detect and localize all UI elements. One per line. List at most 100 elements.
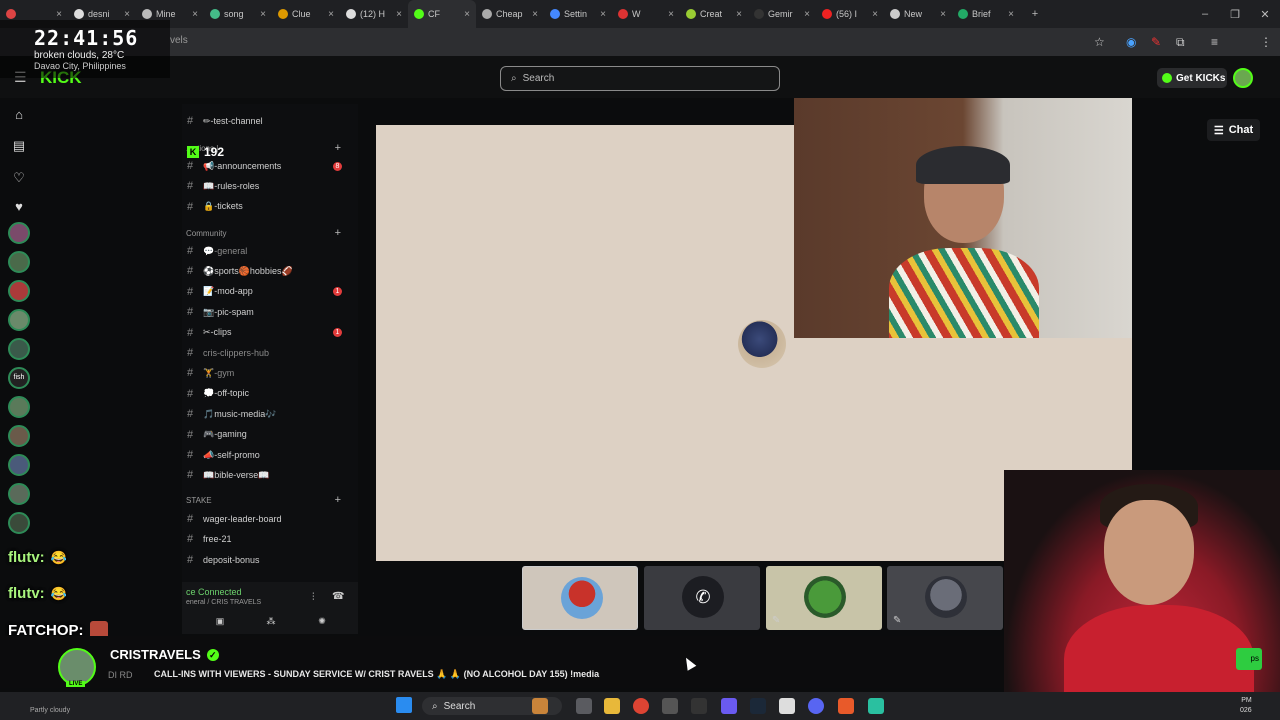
discord-icon[interactable] (808, 698, 824, 714)
channel-item[interactable]: # 🔒-tickets (187, 201, 352, 213)
file-explorer-icon[interactable] (604, 698, 620, 714)
close-window-icon[interactable]: ✕ (1250, 8, 1280, 21)
close-icon[interactable]: × (668, 9, 674, 20)
channel-item[interactable]: # 📣-self-promo (187, 449, 352, 461)
channel-item[interactable]: # deposit-bonus (187, 554, 352, 566)
following-heart-icon[interactable]: ♡ (11, 170, 27, 186)
windows-start-icon[interactable] (396, 697, 412, 713)
extensions-puzzle-icon[interactable]: ⧉ (1176, 35, 1185, 50)
add-channel-icon[interactable]: + (335, 494, 341, 506)
browser-tab[interactable]: Gemir × (748, 0, 816, 28)
browser-tab[interactable]: song × (204, 0, 272, 28)
channel-item[interactable]: # 📢-announcements 8 (187, 160, 352, 172)
search-input[interactable]: ⌕ Search (500, 66, 780, 91)
participant-thumbnail[interactable]: ✎ (766, 566, 882, 630)
app-icon[interactable] (779, 698, 795, 714)
close-icon[interactable]: × (736, 9, 742, 20)
channel-item[interactable]: # 📝-mod-app 1 (187, 286, 352, 298)
close-icon[interactable]: × (804, 9, 810, 20)
app-icon[interactable] (721, 698, 737, 714)
followed-channel-avatar[interactable] (8, 483, 30, 505)
browser-tab[interactable]: Settin × (544, 0, 612, 28)
app-icon[interactable] (868, 698, 884, 714)
browse-icon[interactable]: ▤ (11, 138, 27, 154)
taskbar-clock[interactable]: PM 026 (1240, 696, 1252, 716)
close-icon[interactable]: × (124, 9, 130, 20)
browser-tab[interactable]: (56) I × (816, 0, 884, 28)
close-icon[interactable]: × (396, 9, 402, 20)
channel-item[interactable]: # 🏋-gym (187, 367, 352, 379)
browser-tab[interactable]: Cheap × (476, 0, 544, 28)
voice-waveform-icon[interactable]: ⫶ (312, 592, 315, 603)
minimize-icon[interactable]: – (1190, 8, 1220, 20)
app-icon[interactable] (662, 698, 678, 714)
caller-camera-tile[interactable] (794, 98, 1132, 338)
channel-item[interactable]: # 🎮-gaming (187, 429, 352, 441)
soundboard-icon[interactable]: ✺ (311, 616, 333, 630)
close-icon[interactable]: × (940, 9, 946, 20)
add-channel-icon[interactable]: + (335, 142, 341, 154)
channel-item[interactable]: # ✂-clips 1 (187, 327, 352, 339)
followed-channel-avatar[interactable] (8, 425, 30, 447)
followed-channel-avatar[interactable] (8, 512, 30, 534)
browser-tab[interactable]: Clue × (272, 0, 340, 28)
followed-channel-avatar[interactable] (8, 222, 30, 244)
task-view-icon[interactable] (576, 698, 592, 714)
chat-toggle-button[interactable]: ☰ Chat (1207, 119, 1260, 141)
screen-share-icon[interactable]: ▣ (209, 616, 231, 630)
user-avatar[interactable] (1233, 68, 1253, 88)
bookmark-star-icon[interactable]: ☆ (1094, 35, 1105, 49)
channel-item[interactable]: # free-21 (187, 533, 352, 545)
participant-thumbnail[interactable] (522, 566, 638, 630)
taskbar-weather[interactable]: Partly cloudy (30, 707, 70, 714)
close-icon[interactable]: × (600, 9, 606, 20)
close-icon[interactable]: × (260, 9, 266, 20)
activity-icon[interactable]: ⁂ (260, 616, 282, 630)
new-tab-button[interactable]: + (1020, 8, 1050, 20)
steam-icon[interactable] (750, 698, 766, 714)
channel-item[interactable]: # 🎵music-media🎶 (187, 408, 352, 420)
url-text[interactable]: vels (170, 35, 188, 46)
channel-item[interactable]: # 💬-general (187, 245, 352, 257)
followed-channel-avatar[interactable] (8, 309, 30, 331)
close-icon[interactable]: × (532, 9, 538, 20)
followed-channel-avatar[interactable] (8, 338, 30, 360)
home-icon[interactable]: ⌂ (11, 107, 27, 123)
close-icon[interactable]: × (464, 9, 470, 20)
participant-thumbnail[interactable]: ✎ (887, 566, 1003, 630)
channel-category[interactable]: STAKE + (186, 494, 351, 506)
add-channel-icon[interactable]: + (335, 227, 341, 239)
get-kicks-button[interactable]: Get KICKs (1157, 68, 1227, 88)
followed-channel-avatar[interactable] (8, 280, 30, 302)
media-control-icon[interactable]: ≡ (1211, 35, 1218, 49)
channel-name[interactable]: CRISTRAVELS ✓ (110, 647, 219, 662)
browser-tab[interactable]: (12) H × (340, 0, 408, 28)
channel-item[interactable]: # 💭-off-topic (187, 388, 352, 400)
disconnect-call-icon[interactable]: ☎ (332, 591, 344, 602)
browser-tab[interactable]: New × (884, 0, 952, 28)
channel-item[interactable]: # 📖-rules-roles (187, 180, 352, 192)
browser-tab[interactable]: Brief × (952, 0, 1020, 28)
channel-item[interactable]: # ⚽sports🏀hobbies🏈 (187, 265, 352, 277)
browser-tab[interactable]: Creat × (680, 0, 748, 28)
chrome-icon[interactable] (633, 698, 649, 714)
channel-item[interactable]: # 📷-pic-spam (187, 306, 352, 318)
channel-item[interactable]: # 📖bible-verse📖 (187, 469, 352, 481)
close-icon[interactable]: × (328, 9, 334, 20)
participant-thumbnail[interactable]: ✆ (644, 566, 760, 630)
followed-channel-avatar[interactable] (8, 251, 30, 273)
channel-category[interactable]: Community + (186, 227, 351, 239)
close-icon[interactable]: × (56, 9, 62, 20)
close-icon[interactable]: × (192, 9, 198, 20)
channel-item[interactable]: # wager-leader-board (187, 513, 352, 525)
browser-tab[interactable]: W × (612, 0, 680, 28)
browser-tab[interactable]: CF × (408, 0, 476, 28)
heart-icon[interactable]: ♥ (11, 199, 27, 215)
terminal-icon[interactable] (691, 698, 707, 714)
menu-kebab-icon[interactable]: ⋮ (1260, 35, 1272, 49)
channel-item[interactable]: # ✏-test-channel (187, 115, 352, 127)
close-icon[interactable]: × (1008, 9, 1014, 20)
followed-channel-avatar[interactable]: fish (8, 367, 30, 389)
extension-icon[interactable]: ✎ (1151, 35, 1161, 49)
channel-item[interactable]: # cris-clippers-hub (187, 347, 352, 359)
